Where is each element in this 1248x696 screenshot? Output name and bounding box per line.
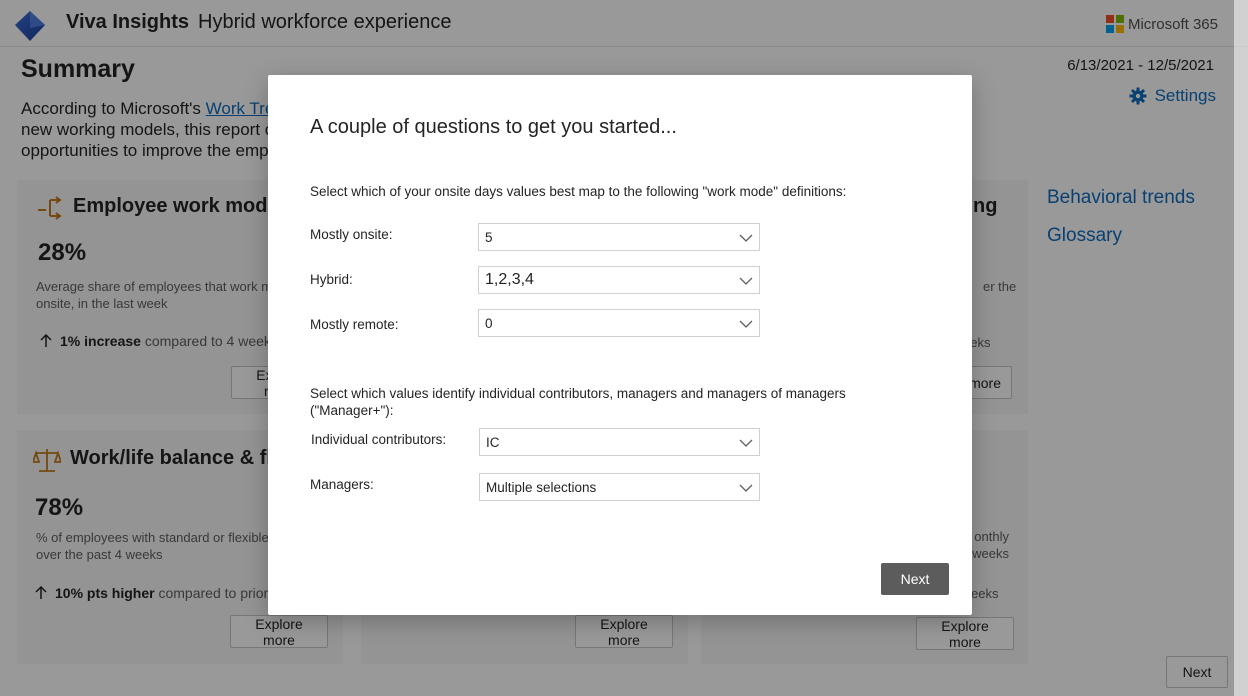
individual-contributors-label: Individual contributors:: [311, 432, 447, 447]
mostly-onsite-label: Mostly onsite:: [310, 227, 393, 242]
hybrid-label: Hybrid:: [310, 272, 353, 287]
chevron-down-icon: [739, 234, 753, 242]
dropdown-value: Multiple selections: [486, 479, 597, 495]
dropdown-value: 1,2,3,4: [485, 271, 534, 288]
scrollbar[interactable]: [1234, 0, 1248, 696]
chevron-down-icon: [739, 277, 753, 285]
individual-contributors-dropdown[interactable]: IC: [479, 428, 760, 456]
chevron-down-icon: [739, 439, 753, 447]
work-mode-question: Select which of your onsite days values …: [310, 184, 847, 199]
hybrid-dropdown[interactable]: 1,2,3,4: [478, 266, 760, 294]
dropdown-value: 0: [485, 315, 493, 331]
managers-dropdown[interactable]: Multiple selections: [479, 473, 760, 501]
mostly-remote-label: Mostly remote:: [310, 317, 399, 332]
chevron-down-icon: [739, 484, 753, 492]
dialog-next-button[interactable]: Next: [881, 563, 949, 595]
chevron-down-icon: [739, 320, 753, 328]
dropdown-value: IC: [486, 434, 500, 450]
setup-dialog: A couple of questions to get you started…: [268, 75, 972, 615]
mostly-onsite-dropdown[interactable]: 5: [478, 223, 760, 251]
dropdown-value: 5: [485, 229, 493, 245]
managers-label: Managers:: [310, 477, 374, 492]
mostly-remote-dropdown[interactable]: 0: [478, 309, 760, 337]
role-question: Select which values identify individual …: [310, 386, 846, 418]
dialog-title: A couple of questions to get you started…: [310, 116, 677, 138]
